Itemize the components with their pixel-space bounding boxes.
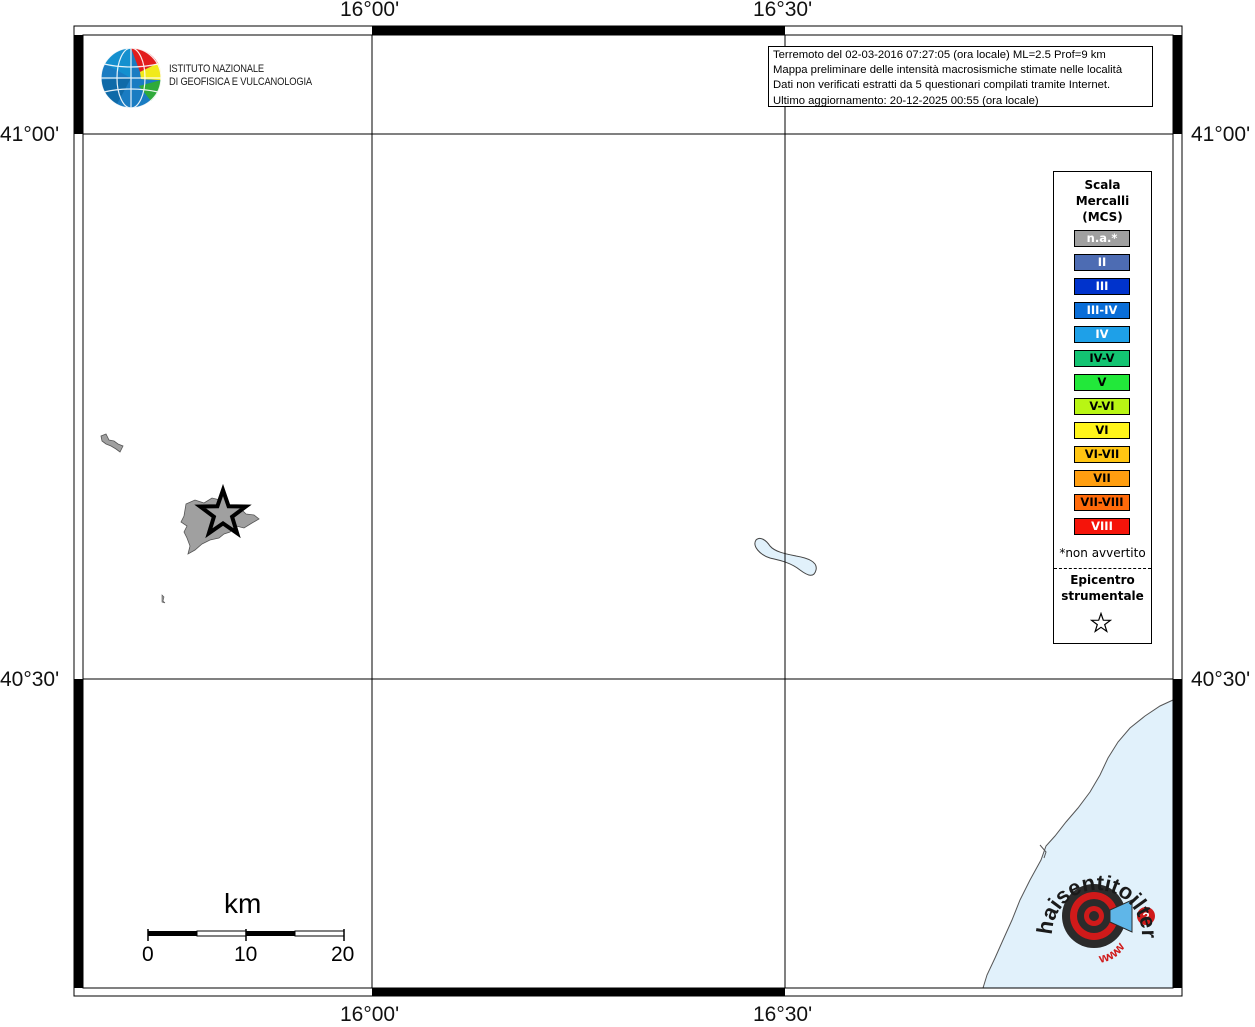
event-info-line3: Dati non verificati estratti da 5 questi… [773,79,1111,92]
legend-title: Scala Mercalli (MCS) [1075,178,1130,224]
legend-item: VII [1074,470,1130,487]
scale-label-10: 10 [234,943,258,966]
legend-item: III-IV [1074,302,1130,319]
ingv-logo-icon [100,47,162,109]
event-info-line2: Mappa preliminare delle intensità macros… [773,64,1123,77]
event-info-line4: Ultimo aggiornamento: 20-12-2025 00:55 (… [773,94,1039,107]
scale-unit: km [224,888,262,919]
legend-item: IV-V [1074,350,1130,367]
legend-item: VIII [1074,518,1130,535]
lat-tick-left-2: 40°30' [0,668,60,691]
legend-item: III [1074,278,1130,295]
lat-tick-left-1: 41°00' [0,123,60,146]
legend-item: VI [1074,422,1130,439]
legend-star-icon [1090,612,1112,633]
legend-item: n.a.* [1074,230,1130,247]
scale-label-20: 20 [331,943,355,966]
scale-label-0: 0 [142,943,154,966]
lon-tick-top-2: 16°30' [753,0,813,21]
legend-epicenter-label: Epicentro strumentale [1061,573,1144,603]
institute-name: ISTITUTO NAZIONALE DI GEOFISICA E VULCAN… [169,63,312,89]
legend-item: VII-VIII [1074,494,1130,511]
legend-item: II [1074,254,1130,271]
lat-tick-right-2: 40°30' [1191,668,1251,691]
lon-tick-bottom-2: 16°30' [753,1003,813,1026]
lat-tick-right-1: 41°00' [1191,123,1251,146]
legend-item: V-VI [1074,398,1130,415]
intensity-legend: Scala Mercalli (MCS) n.a.* II III III-IV IV I… [1053,171,1152,644]
institute-name-line1: ISTITUTO NAZIONALE [169,63,264,75]
legend-separator [1054,568,1151,569]
event-info-line1: Terremoto del 02-03-2016 07:27:05 (ora l… [773,49,1106,61]
map-area [83,35,1173,988]
institute-name-line2: DI GEOFISICA E VULCANOLOGIA [169,76,312,88]
legend-items: n.a.* II III III-IV IV IV-V V V-VI VI VI-VII VII VI… [1074,230,1130,542]
event-info-box: Terremoto del 02-03-2016 07:27:05 (ora l… [768,46,1153,107]
lon-tick-top-1: 16°00' [340,0,400,21]
legend-item: IV [1074,326,1130,343]
legend-item: V [1074,374,1130,391]
legend-item: VI-VII [1074,446,1130,463]
lon-tick-bottom-1: 16°00' [340,1003,400,1026]
legend-note: *non avvertito [1059,546,1146,560]
